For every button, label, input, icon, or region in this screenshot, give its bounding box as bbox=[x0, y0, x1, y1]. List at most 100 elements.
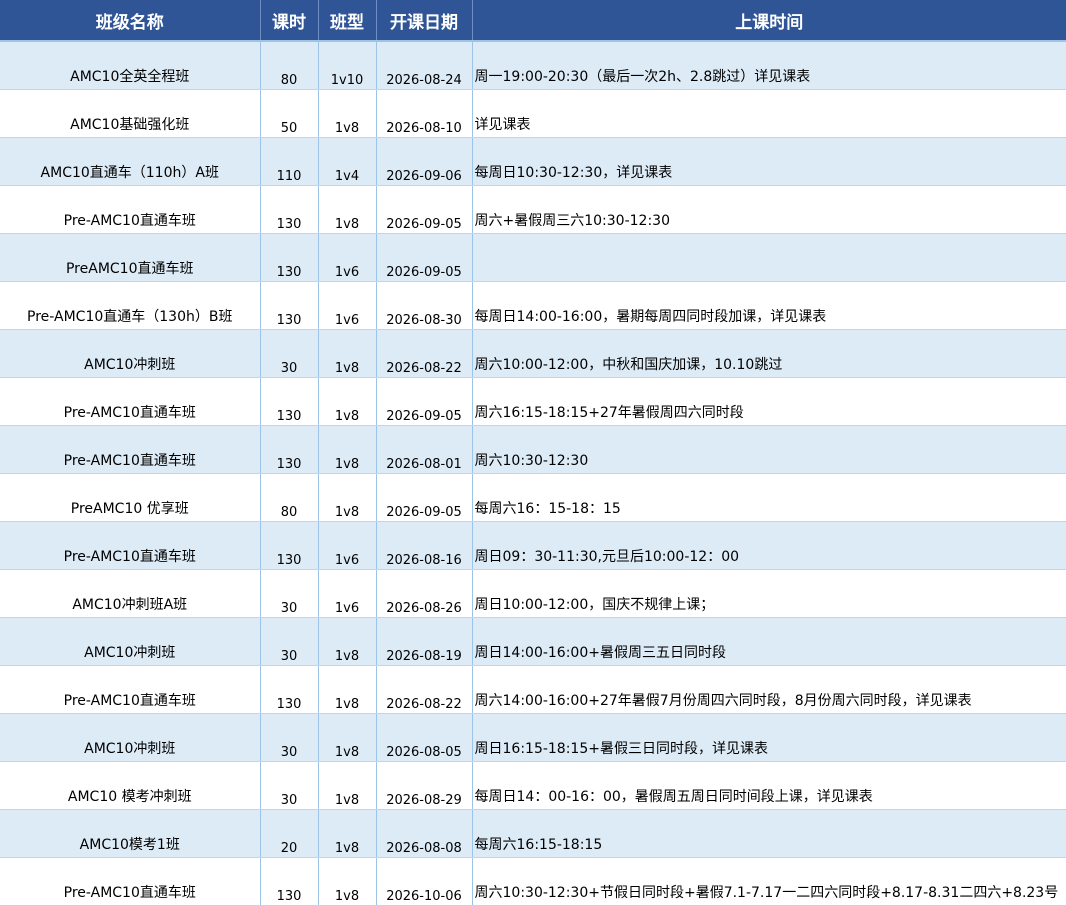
header-class-name: 班级名称 bbox=[0, 0, 261, 42]
cell-class-type: 1v8 bbox=[318, 425, 377, 474]
cell-class-name: PreAMC10直通车班 bbox=[0, 233, 261, 282]
cell-start-date: 2026-08-10 bbox=[376, 89, 473, 138]
cell-class-time: 周一19:00-20:30（最后一次2h、2.8跳过）详见课表 bbox=[472, 41, 1066, 90]
cell-start-date: 2026-08-24 bbox=[376, 41, 473, 90]
cell-start-date: 2026-08-01 bbox=[376, 425, 473, 474]
table-body: AMC10全英全程班 80 1v10 2026-08-24 周一19:00-20:30（… bbox=[0, 41, 1066, 906]
table-row: PreAMC10直通车班 130 1v6 2026-09-05 bbox=[0, 233, 1066, 282]
cell-class-time: 周六10:30-12:30 bbox=[472, 425, 1066, 474]
cell-class-name: PreAMC10 优享班 bbox=[0, 473, 261, 522]
cell-class-type: 1v6 bbox=[318, 233, 377, 282]
table-row: AMC10冲刺班 30 1v8 2026-08-19 周日14:00-16:00+暑假周… bbox=[0, 617, 1066, 666]
cell-class-type: 1v8 bbox=[318, 89, 377, 138]
cell-class-type: 1v8 bbox=[318, 473, 377, 522]
cell-hours: 30 bbox=[260, 617, 319, 666]
table-row: AMC10冲刺班 30 1v8 2026-08-05 周日16:15-18:15+暑假三… bbox=[0, 713, 1066, 762]
cell-class-name: AMC10直通车（110h）A班 bbox=[0, 137, 261, 186]
table-row: AMC10基础强化班 50 1v8 2026-08-10 详见课表 bbox=[0, 89, 1066, 138]
header-row: 班级名称 课时 班型 开课日期 上课时间 bbox=[0, 0, 1066, 42]
cell-class-time: 周日09：30-11:30,元旦后10:00-12：00 bbox=[472, 521, 1066, 570]
cell-hours: 130 bbox=[260, 521, 319, 570]
cell-class-time bbox=[472, 233, 1066, 282]
cell-start-date: 2026-08-26 bbox=[376, 569, 473, 618]
cell-hours: 110 bbox=[260, 137, 319, 186]
cell-class-name: Pre-AMC10直通车班 bbox=[0, 665, 261, 714]
cell-start-date: 2026-08-16 bbox=[376, 521, 473, 570]
cell-hours: 30 bbox=[260, 713, 319, 762]
cell-hours: 130 bbox=[260, 377, 319, 426]
cell-class-name: AMC10基础强化班 bbox=[0, 89, 261, 138]
cell-class-type: 1v6 bbox=[318, 569, 377, 618]
cell-class-type: 1v8 bbox=[318, 617, 377, 666]
table-row: Pre-AMC10直通车班 130 1v8 2026-09-05 周六16:15-18:… bbox=[0, 377, 1066, 426]
cell-hours: 130 bbox=[260, 281, 319, 330]
cell-class-name: AMC10全英全程班 bbox=[0, 41, 261, 90]
cell-class-name: AMC10冲刺班 bbox=[0, 617, 261, 666]
table-row: PreAMC10 优享班 80 1v8 2026-09-05 每周六16：15-18：1… bbox=[0, 473, 1066, 522]
table-row: Pre-AMC10直通车班 130 1v8 2026-10-06 周六10:30-12:… bbox=[0, 857, 1066, 906]
cell-hours: 30 bbox=[260, 329, 319, 378]
cell-class-time: 每周日14:00-16:00，暑期每周四同时段加课，详见课表 bbox=[472, 281, 1066, 330]
cell-start-date: 2026-08-30 bbox=[376, 281, 473, 330]
cell-class-name: Pre-AMC10直通车班 bbox=[0, 425, 261, 474]
cell-class-name: AMC10冲刺班A班 bbox=[0, 569, 261, 618]
cell-class-time: 周六16:15-18:15+27年暑假周四六同时段 bbox=[472, 377, 1066, 426]
table-row: Pre-AMC10直通车班 130 1v8 2026-08-01 周六10:30-12:… bbox=[0, 425, 1066, 474]
cell-hours: 130 bbox=[260, 665, 319, 714]
cell-start-date: 2026-08-05 bbox=[376, 713, 473, 762]
cell-class-type: 1v10 bbox=[318, 41, 377, 90]
table-row: AMC10冲刺班A班 30 1v6 2026-08-26 周日10:00-12:00，国… bbox=[0, 569, 1066, 618]
cell-class-time: 周日14:00-16:00+暑假周三五日同时段 bbox=[472, 617, 1066, 666]
cell-class-name: Pre-AMC10直通车班 bbox=[0, 521, 261, 570]
cell-hours: 80 bbox=[260, 473, 319, 522]
cell-hours: 130 bbox=[260, 425, 319, 474]
table-row: Pre-AMC10直通车班 130 1v6 2026-08-16 周日09：30-11:… bbox=[0, 521, 1066, 570]
cell-class-name: AMC10 模考冲刺班 bbox=[0, 761, 261, 810]
cell-class-type: 1v8 bbox=[318, 329, 377, 378]
cell-start-date: 2026-09-05 bbox=[376, 473, 473, 522]
cell-class-time: 每周六16：15-18：15 bbox=[472, 473, 1066, 522]
cell-start-date: 2026-10-06 bbox=[376, 857, 473, 906]
cell-class-type: 1v8 bbox=[318, 665, 377, 714]
cell-class-time: 每周日14：00-16：00，暑假周五周日同时间段上课，详见课表 bbox=[472, 761, 1066, 810]
table-row: AMC10全英全程班 80 1v10 2026-08-24 周一19:00-20:30（… bbox=[0, 41, 1066, 90]
cell-hours: 80 bbox=[260, 41, 319, 90]
cell-class-name: Pre-AMC10直通车班 bbox=[0, 185, 261, 234]
cell-start-date: 2026-09-06 bbox=[376, 137, 473, 186]
cell-class-name: Pre-AMC10直通车班 bbox=[0, 857, 261, 906]
table-row: Pre-AMC10直通车班 130 1v8 2026-09-05 周六+暑假周三六10:… bbox=[0, 185, 1066, 234]
cell-class-type: 1v4 bbox=[318, 137, 377, 186]
cell-class-time: 周六+暑假周三六10:30-12:30 bbox=[472, 185, 1066, 234]
cell-hours: 130 bbox=[260, 233, 319, 282]
table-row: AMC10冲刺班 30 1v8 2026-08-22 周六10:00-12:00，中秋和… bbox=[0, 329, 1066, 378]
table-row: Pre-AMC10直通车班 130 1v8 2026-08-22 周六14:00-16:… bbox=[0, 665, 1066, 714]
header-hours: 课时 bbox=[260, 0, 319, 42]
cell-class-type: 1v8 bbox=[318, 761, 377, 810]
cell-class-name: Pre-AMC10直通车班 bbox=[0, 377, 261, 426]
cell-class-name: AMC10冲刺班 bbox=[0, 329, 261, 378]
cell-start-date: 2026-08-19 bbox=[376, 617, 473, 666]
cell-class-name: AMC10冲刺班 bbox=[0, 713, 261, 762]
cell-start-date: 2026-08-22 bbox=[376, 329, 473, 378]
table-row: AMC10直通车（110h）A班 110 1v4 2026-09-06 每周日10:30… bbox=[0, 137, 1066, 186]
cell-hours: 130 bbox=[260, 857, 319, 906]
cell-class-time: 周日16:15-18:15+暑假三日同时段，详见课表 bbox=[472, 713, 1066, 762]
cell-class-time: 周六10:30-12:30+节假日同时段+暑假7.1-7.17一二四六同时段+8… bbox=[472, 857, 1066, 906]
cell-class-time: 周六10:00-12:00，中秋和国庆加课，10.10跳过 bbox=[472, 329, 1066, 378]
cell-start-date: 2026-08-22 bbox=[376, 665, 473, 714]
cell-class-time: 详见课表 bbox=[472, 89, 1066, 138]
table-row: AMC10 模考冲刺班 30 1v8 2026-08-29 每周日14：00-16：00… bbox=[0, 761, 1066, 810]
header-class-type: 班型 bbox=[318, 0, 377, 42]
cell-class-type: 1v8 bbox=[318, 857, 377, 906]
cell-class-time: 周日10:00-12:00，国庆不规律上课； bbox=[472, 569, 1066, 618]
cell-hours: 30 bbox=[260, 761, 319, 810]
class-schedule-table: 班级名称 课时 班型 开课日期 上课时间 AMC10全英全程班 80 1v10 202… bbox=[0, 0, 1066, 906]
cell-class-time: 周六14:00-16:00+27年暑假7月份周四六同时段，8月份周六同时段，详见… bbox=[472, 665, 1066, 714]
cell-class-type: 1v8 bbox=[318, 713, 377, 762]
cell-hours: 30 bbox=[260, 569, 319, 618]
table-row: Pre-AMC10直通车（130h）B班 130 1v6 2026-08-30 每周日1… bbox=[0, 281, 1066, 330]
cell-class-type: 1v6 bbox=[318, 281, 377, 330]
cell-class-name: Pre-AMC10直通车（130h）B班 bbox=[0, 281, 261, 330]
cell-class-time: 每周日10:30-12:30，详见课表 bbox=[472, 137, 1066, 186]
cell-class-type: 1v6 bbox=[318, 521, 377, 570]
